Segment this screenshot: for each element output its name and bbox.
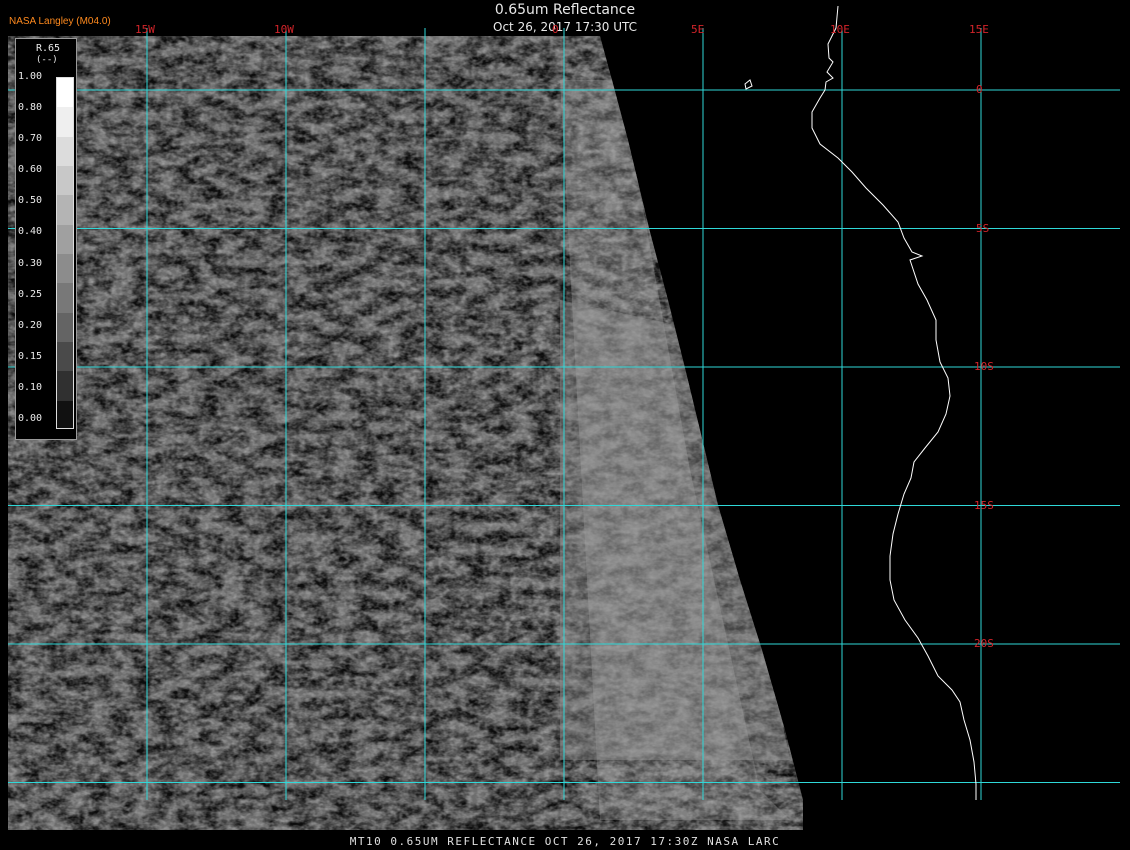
legend-tick-label: 0.60: [18, 164, 43, 176]
legend-variable: R.65: [36, 43, 61, 54]
coastline-path: [811, 5, 977, 800]
legend-tick-label: 0.25: [18, 288, 43, 300]
legend-tick-label: 0.30: [18, 257, 43, 269]
legend-swatch: [57, 195, 73, 226]
longitude-label: 10W: [274, 23, 294, 36]
longitude-label: 5E: [691, 23, 705, 36]
island-bioko-path: [744, 79, 753, 90]
latitude-label: 5S: [976, 221, 990, 235]
longitude-label: 15W: [135, 23, 155, 36]
reflectance-map: [8, 5, 1120, 830]
cloud-field: [8, 36, 803, 830]
legend-swatch: [57, 78, 73, 109]
legend-swatch: [57, 312, 73, 343]
legend-tick-label: 1.00: [18, 71, 43, 82]
legend-swatch: [57, 224, 73, 255]
latitude-label: 0: [976, 83, 983, 96]
legend-swatch: [57, 254, 73, 285]
legend-tick-label: 0.40: [18, 226, 43, 238]
legend-swatch: [57, 107, 73, 138]
reflectance-legend: R.65 (--) 1.00 0.80 0.70 0.60 0.50 0.40 0.30 0.…: [15, 38, 77, 440]
legend-swatch: [57, 283, 73, 314]
brand-label: NASA Langley (M04.0): [9, 16, 111, 27]
africa-coastline: [744, 5, 977, 800]
legend-units: (--): [36, 55, 58, 65]
page-title: 0.65um Reflectance: [494, 2, 636, 18]
latitude-label: 15S: [974, 498, 994, 512]
longitude-label: 0: [552, 23, 559, 36]
legend-tick-label: 0.20: [18, 319, 43, 331]
satellite-image-viewer: 0.65um Reflectance Oct 26, 2017 17:30 UT…: [0, 0, 1130, 850]
longitude-label: 15E: [969, 23, 989, 36]
legend-tick-label: 0.15: [18, 350, 43, 362]
latitude-label: 10S: [974, 360, 994, 373]
legend-tick-label: 0.00: [18, 413, 43, 424]
legend-swatch: [57, 400, 73, 428]
legend-swatch: [57, 342, 73, 373]
observation-datetime: Oct 26, 2017 17:30 UTC: [493, 20, 637, 34]
legend-swatch: [57, 136, 73, 167]
legend-color-bar: [56, 77, 74, 429]
latitude-label: 20S: [974, 637, 994, 650]
longitude-label: 10E: [830, 23, 850, 36]
legend-swatch: [57, 166, 73, 197]
legend-swatch: [57, 371, 73, 402]
footer-caption: MT10 0.65UM REFLECTANCE OCT 26, 2017 17:…: [349, 835, 781, 848]
legend-tick-label: 0.80: [18, 102, 43, 114]
legend-tick-label: 0.70: [18, 133, 43, 145]
legend-tick-label: 0.10: [18, 381, 43, 393]
legend-tick-label: 0.50: [18, 195, 43, 207]
